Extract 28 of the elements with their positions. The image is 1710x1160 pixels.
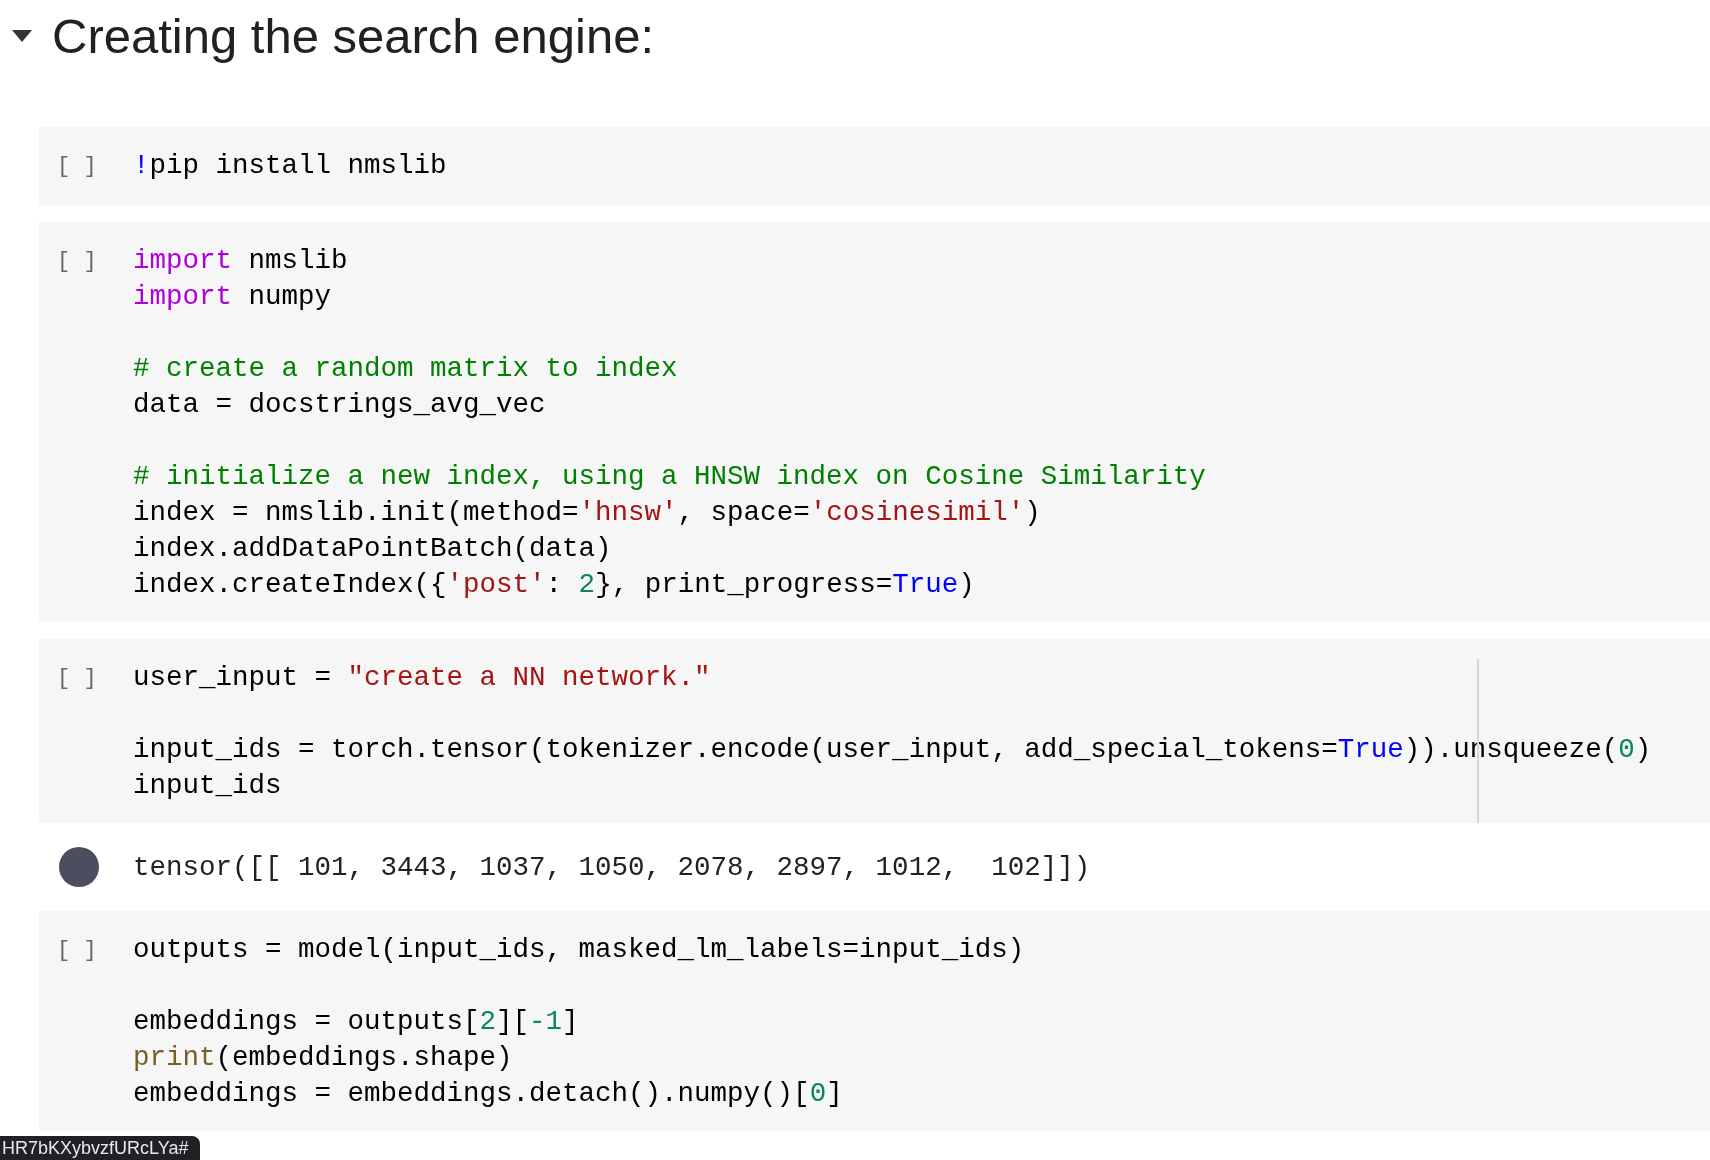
run-cell-prompt[interactable]: [ ] <box>39 148 133 186</box>
code-line: index.addDataPointBatch(data) <box>133 532 613 566</box>
code-cell[interactable]: [ ] outputs = model(input_ids, masked_lm_labels=input_ids) embeddings = outputs[2][-1] print(embeddings.shape) embeddings = embeddings.detach().numpy()[0] <box>39 911 1710 1131</box>
code-line: index.createIndex({'post': 2}, print_progress=True) <box>133 568 976 602</box>
code-line: embeddings = embeddings.detach().numpy()[0] <box>133 1077 844 1111</box>
code-line: data = docstrings_avg_vec <box>133 388 547 422</box>
link-url-tooltip: HR7bKXybvzfURcLYa# <box>0 1136 201 1160</box>
run-cell-prompt[interactable]: [ ] <box>39 932 133 1112</box>
code-line: input_ids = torch.tensor(tokenizer.encode(user_input, add_special_tokens=True)).unsqueeze(0) <box>133 733 1652 767</box>
code-cell[interactable]: [ ] user_input = "create a NN network." input_ids = torch.tensor(tokenizer.encode(user_input, add_special_tokens=True)).unsqueeze(0) input_ids <box>39 639 1710 823</box>
avatar <box>59 847 99 887</box>
run-cell-prompt[interactable]: [ ] <box>39 660 133 804</box>
code-line: import numpy <box>133 280 333 314</box>
code-cell[interactable]: [ ] !pip install nmslib <box>39 127 1710 205</box>
code-line: user_input = "create a NN network." <box>133 661 712 695</box>
code-line: print(embeddings.shape) <box>133 1041 514 1075</box>
cell-output: tensor([[ 101, 3443, 1037, 1050, 2078, 2897, 1012, 102]]) <box>133 851 1091 883</box>
collapse-caret-icon[interactable] <box>12 30 32 42</box>
section-heading: Creating the search engine: <box>52 8 654 64</box>
code-line: # create a random matrix to index <box>133 352 679 386</box>
code-line: # initialize a new index, using a HNSW index on Cosine Similarity <box>133 460 1206 494</box>
code-line: import nmslib <box>133 244 349 278</box>
code-line: index = nmslib.init(method='hnsw', space='cosinesimil') <box>133 496 1042 530</box>
run-cell-prompt[interactable]: [ ] <box>39 243 133 603</box>
code-line: embeddings = outputs[2][-1] <box>133 1005 580 1039</box>
code-line: input_ids <box>133 769 283 803</box>
code-line: outputs = model(input_ids, masked_lm_labels=input_ids) <box>133 933 1025 967</box>
code-line: !pip install nmslib <box>133 149 447 183</box>
